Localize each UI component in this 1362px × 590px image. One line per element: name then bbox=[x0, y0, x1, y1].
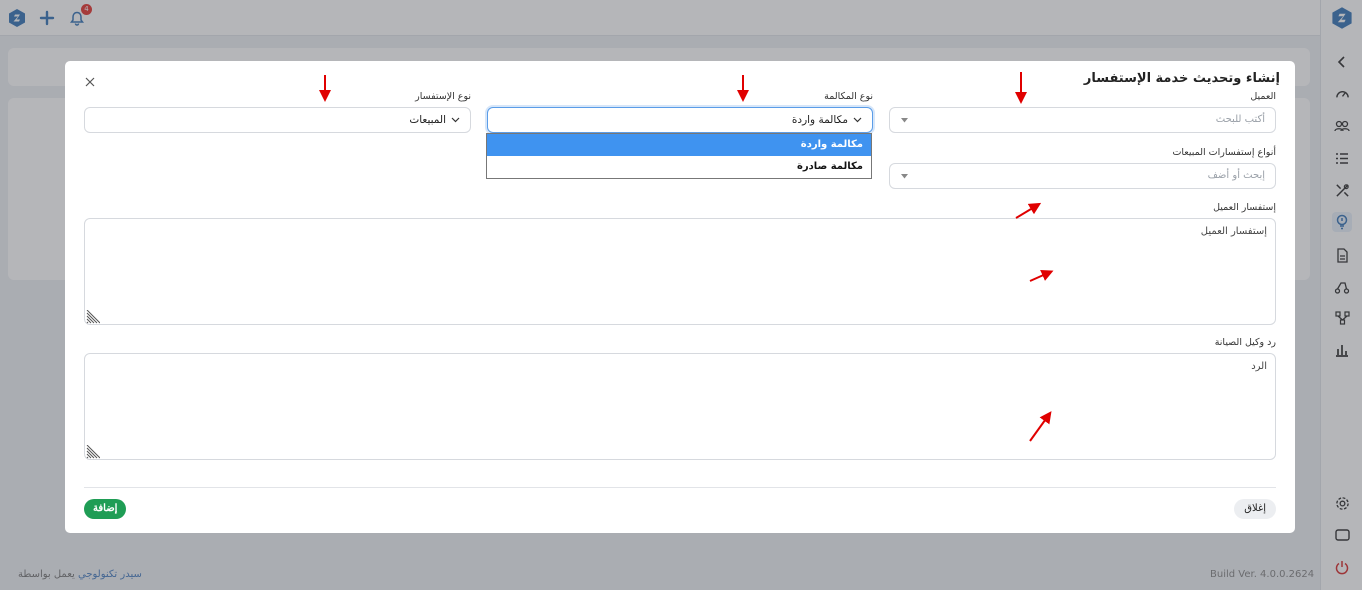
arrow-up-right-icon bbox=[1029, 269, 1054, 282]
arrow-up-right-icon bbox=[1015, 202, 1042, 219]
annotation-arrows bbox=[319, 72, 1054, 442]
arrow-up-right-icon bbox=[1029, 411, 1052, 442]
